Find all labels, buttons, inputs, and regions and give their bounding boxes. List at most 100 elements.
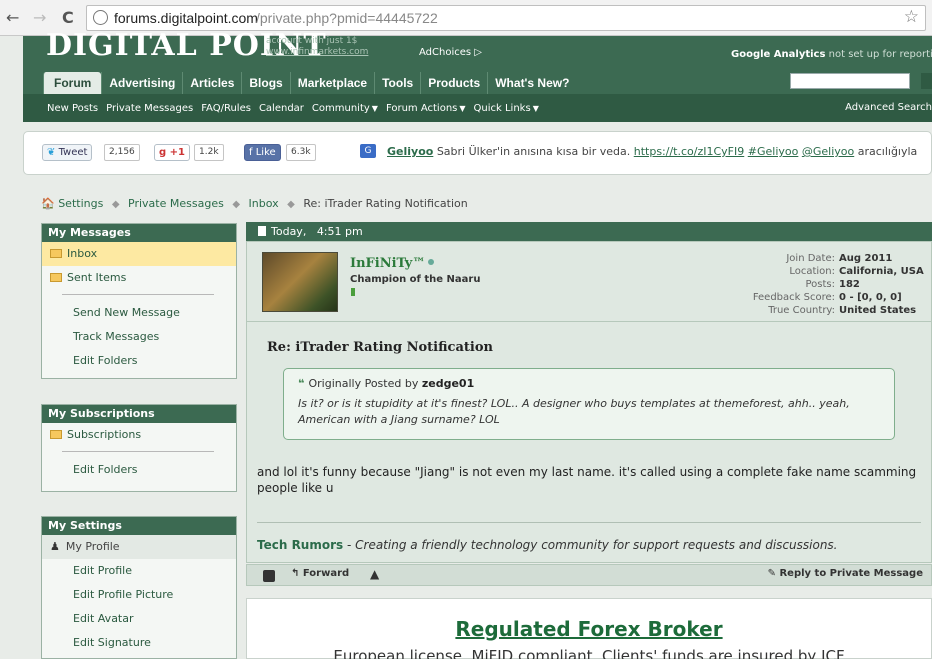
bookmark-star-icon[interactable]: ☆ <box>904 7 919 27</box>
breadcrumb-inbox[interactable]: Inbox <box>249 197 279 210</box>
geliyoo-icon[interactable]: G <box>360 144 376 158</box>
header-ad-link[interactable]: www.infinmarkets.com <box>266 47 368 58</box>
like-label: Like <box>255 147 276 158</box>
facebook-icon: f <box>249 147 253 158</box>
subnav-new-posts[interactable]: New Posts <box>47 103 98 114</box>
post-date: Today, <box>271 225 307 238</box>
tab-products[interactable]: Products <box>420 72 487 94</box>
forward-arrow-icon[interactable]: → <box>33 8 46 27</box>
advanced-search-link[interactable]: Advanced Search <box>845 102 932 113</box>
signature-link[interactable]: Tech Rumors <box>257 538 343 552</box>
tab-articles[interactable]: Articles <box>182 72 241 94</box>
sidebar-item-label: Sent Items <box>67 271 127 284</box>
tab-marketplace[interactable]: Marketplace <box>289 72 374 94</box>
stat-value[interactable]: 0 - [0, 0, 0] <box>839 291 923 304</box>
sidebar-item-subscriptions[interactable]: Subscriptions <box>42 423 236 447</box>
stat-feedback: Feedback Score: 0 - [0, 0, 0] <box>753 291 923 304</box>
breadcrumb-current: Re: iTrader Rating Notification <box>303 197 468 210</box>
subnav-private-messages[interactable]: Private Messages <box>106 103 193 114</box>
quote-block: ❝ Originally Posted by zedge01 Is it? or … <box>283 368 895 440</box>
tweet-url-link[interactable]: https://t.co/zI1CyFI9 <box>634 145 745 158</box>
stat-label: Posts: <box>805 279 835 290</box>
url-host: forums.digitalpoint.com <box>114 10 258 26</box>
forward-arrow-icon: ↰ <box>291 568 300 579</box>
gplus-button[interactable]: g +1 <box>154 144 190 161</box>
signature-divider <box>257 522 921 523</box>
sidebar-link-track-messages[interactable]: Track Messages <box>42 325 236 349</box>
post-time: 4:51 pm <box>316 225 363 238</box>
sidebar-item-inbox[interactable]: Inbox <box>42 242 236 266</box>
tab-tools[interactable]: Tools <box>374 72 420 94</box>
ip-icon[interactable] <box>263 570 275 582</box>
sidebar-link-edit-profile[interactable]: Edit Profile <box>42 559 236 583</box>
forward-button[interactable]: ↰ Forward <box>291 568 349 579</box>
tab-forum[interactable]: Forum <box>43 72 102 94</box>
tweet-user-link[interactable]: Geliyoo <box>387 145 433 158</box>
ad-text: European license, MiFID compliant, Clien… <box>333 647 845 659</box>
sidebar-link-edit-profile-picture[interactable]: Edit Profile Picture <box>42 583 236 607</box>
page-info-icon[interactable] <box>93 10 108 25</box>
reply-button[interactable]: ✎ Reply to Private Message <box>768 568 923 579</box>
gplus-icon: g <box>159 147 167 158</box>
subnav-calendar[interactable]: Calendar <box>259 103 304 114</box>
folder-icon <box>50 430 62 439</box>
facebook-like-button[interactable]: f Like <box>244 144 281 161</box>
stat-true-country: True Country: United States <box>753 304 923 317</box>
tweet-label: Tweet <box>58 147 88 158</box>
sidebar-link-edit-signature[interactable]: Edit Signature <box>42 631 236 655</box>
quote-author: zedge01 <box>421 377 475 390</box>
sidebar-item-sent-items[interactable]: Sent Items <box>42 266 236 290</box>
stat-label: True Country: <box>768 305 835 316</box>
tweet-hashtag-link[interactable]: #Geliyoo <box>748 145 799 158</box>
caret-down-icon: ▼ <box>371 103 378 113</box>
sidebar-link-send-new-message[interactable]: Send New Message <box>42 301 236 325</box>
signature: Tech Rumors - Creating a friendly techno… <box>257 538 838 552</box>
tab-whats-new[interactable]: What's New? <box>487 72 576 94</box>
sidebar-item-my-profile[interactable]: ♟ My Profile <box>42 535 236 559</box>
folder-icon <box>50 249 62 258</box>
my-messages-heading: My Messages <box>42 224 236 242</box>
username-link[interactable]: InFiNiTy™ <box>350 256 435 271</box>
tab-blogs[interactable]: Blogs <box>241 72 289 94</box>
back-arrow-icon[interactable]: ← <box>6 8 19 27</box>
header-ad-text[interactable]: account with just 1$ www.infinmarkets.co… <box>266 36 368 58</box>
stat-label: Feedback Score: <box>752 292 835 303</box>
subnav-quick-links-label: Quick Links <box>473 102 531 114</box>
sidebar-link-edit-folders[interactable]: Edit Folders <box>42 349 236 373</box>
url-path: /private.php?pmid=44445722 <box>256 10 438 26</box>
breadcrumb-private-messages[interactable]: Private Messages <box>128 197 224 210</box>
tweet-button[interactable]: ❦ Tweet <box>42 144 93 161</box>
stat-value: California, USA <box>839 266 924 277</box>
stat-label: Join Date: <box>786 253 835 264</box>
tab-advertising[interactable]: Advertising <box>101 72 182 94</box>
warning-icon[interactable]: ▲ <box>370 567 379 581</box>
breadcrumb-separator-icon: ◆ <box>287 199 295 210</box>
tweet-count: 2,156 <box>104 144 140 161</box>
reply-label: Reply to Private Message <box>779 568 923 579</box>
sidebar-link-edit-folders[interactable]: Edit Folders <box>42 458 236 482</box>
search-input[interactable] <box>790 73 910 89</box>
search-button[interactable] <box>921 73 932 89</box>
my-subscriptions-heading: My Subscriptions <box>42 405 236 423</box>
header-ad-line1: account with just 1$ <box>266 36 358 46</box>
ad-title-link[interactable]: Regulated Forex Broker <box>247 617 931 641</box>
subnav-faq-rules[interactable]: FAQ/Rules <box>201 103 251 114</box>
home-icon[interactable]: 🏠 <box>41 197 55 210</box>
subnav-quick-links[interactable]: Quick Links ▼ <box>474 103 539 114</box>
page: DIGITAL POINT account with just 1$ www.i… <box>23 28 932 659</box>
tweet-mention-link[interactable]: @Geliyoo <box>802 145 854 158</box>
sidebar-link-edit-avatar[interactable]: Edit Avatar <box>42 607 236 631</box>
signature-text: Creating a friendly technology community… <box>355 538 838 552</box>
subnav-forum-actions[interactable]: Forum Actions ▼ <box>386 103 466 114</box>
stat-label: Location: <box>789 266 835 277</box>
reload-icon[interactable]: C <box>62 8 74 27</box>
twitter-bird-icon: ❦ <box>47 147 56 158</box>
ga-status: not set up for reporting <box>828 49 932 60</box>
breadcrumb-settings[interactable]: Settings <box>58 197 103 210</box>
adchoices-link[interactable]: AdChoices ▷ <box>419 47 482 58</box>
quote-prefix: Originally Posted by <box>308 377 419 390</box>
avatar[interactable] <box>262 252 338 312</box>
user-info: InFiNiTy™ Champion of the Naaru Join Dat… <box>247 242 931 322</box>
gplus-label: +1 <box>169 147 185 158</box>
subnav-community[interactable]: Community ▼ <box>312 103 378 114</box>
